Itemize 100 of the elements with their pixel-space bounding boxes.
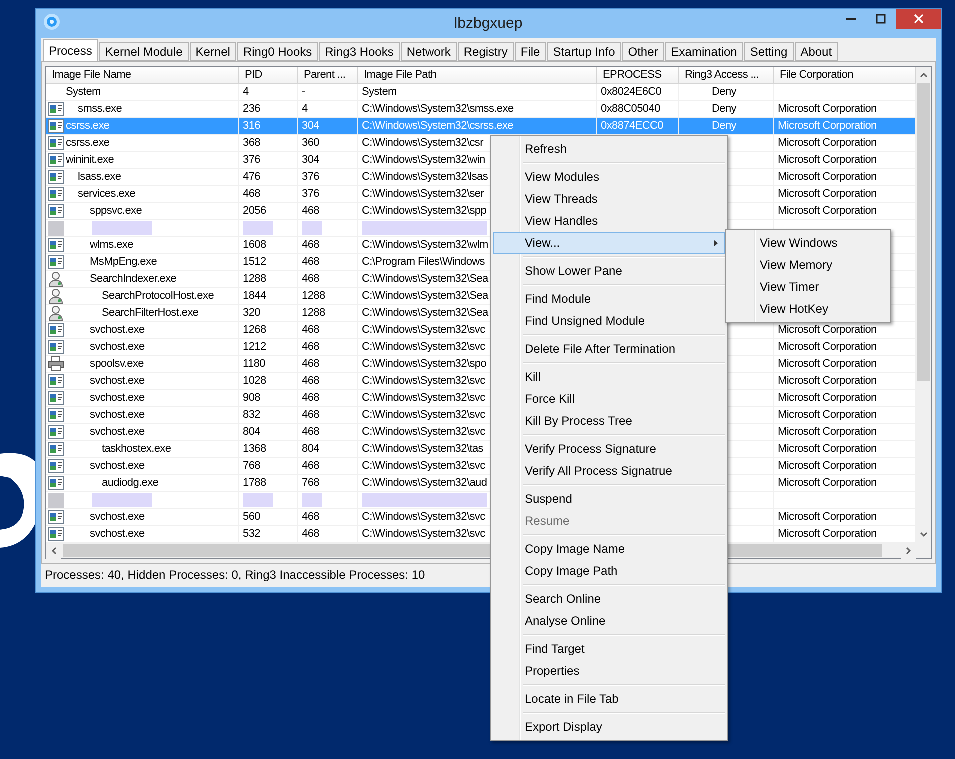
process-name: spoolsv.exe	[90, 357, 144, 372]
table-cell: 320	[239, 305, 298, 321]
column-header[interactable]: Image File Name	[46, 67, 239, 84]
table-cell: 468	[298, 271, 358, 287]
table-cell: 468	[298, 203, 358, 219]
process-name: sppsvc.exe	[90, 204, 142, 219]
process-row[interactable]: smss.exe 236 4 C:\Windows\System32\smss.exe 0x88C05040 Deny Microsoft Corporation	[46, 101, 916, 118]
maximize-icon	[876, 14, 886, 24]
table-cell: 1212	[239, 339, 298, 355]
process-name: csrss.exe	[66, 136, 110, 151]
window-title: lbzbgxuep	[454, 14, 523, 32]
column-header[interactable]: EPROCESS	[597, 67, 679, 84]
chevron-up-icon	[920, 71, 928, 79]
tab[interactable]: File	[514, 42, 546, 61]
menu-item[interactable]: Export Display	[493, 716, 725, 738]
tab[interactable]: Kernel Module	[99, 42, 189, 61]
application-icon	[48, 527, 64, 541]
process-name: SearchFilterHost.exe	[102, 306, 199, 321]
process-name: svchost.exe	[90, 459, 145, 474]
process-name: taskhostex.exe	[102, 442, 172, 457]
menu-item-label: Locate in File Tab	[525, 692, 619, 706]
scrollbar-thumb[interactable]	[917, 83, 930, 381]
tab[interactable]: Process	[43, 39, 98, 61]
menu-item[interactable]: Copy Image Path	[493, 560, 725, 582]
table-cell: 1512	[239, 254, 298, 270]
table-cell: Deny	[679, 118, 774, 134]
table-cell: C:\Windows\System32\smss.exe	[358, 101, 597, 117]
table-cell: 4	[239, 84, 298, 100]
menu-item-label: Export Display	[525, 720, 602, 734]
menu-item[interactable]: Analyse Online	[493, 610, 725, 632]
table-cell: 1288	[239, 271, 298, 287]
tab[interactable]: Examination	[665, 42, 744, 61]
application-icon	[48, 119, 64, 133]
app-logo-icon	[43, 13, 61, 31]
blurred-text	[92, 221, 152, 235]
menu-item[interactable]: Search Online	[493, 588, 725, 610]
table-cell: Deny	[679, 101, 774, 117]
menu-item[interactable]: View...	[493, 232, 725, 254]
chevron-down-icon	[920, 531, 928, 539]
menu-item-label: Kill	[525, 370, 542, 384]
tab[interactable]: Ring0 Hooks	[237, 42, 318, 61]
column-header[interactable]: Parent ...	[298, 67, 358, 84]
process-name: svchost.exe	[90, 391, 145, 406]
table-cell: Deny	[679, 84, 774, 100]
menu-item-label: Force Kill	[525, 392, 576, 406]
table-cell: 804	[298, 441, 358, 457]
tab[interactable]: Network	[400, 42, 457, 61]
table-cell: 768	[239, 458, 298, 474]
menu-item-label: Find Target	[525, 642, 585, 656]
table-cell: -	[298, 84, 358, 100]
process-name: smss.exe	[78, 102, 122, 117]
table-cell: 476	[239, 169, 298, 185]
process-name: audiodg.exe	[102, 476, 159, 491]
menu-item-label: Find Module	[525, 292, 592, 306]
table-cell: 0x8874ECC0	[597, 118, 679, 134]
tab[interactable]: About	[794, 42, 838, 61]
table-cell: 4	[298, 101, 358, 117]
table-cell: 908	[239, 390, 298, 406]
table-cell: 832	[239, 407, 298, 423]
submenu-arrow-icon	[714, 240, 718, 246]
table-cell: 376	[298, 169, 358, 185]
process-name: svchost.exe	[90, 340, 145, 355]
user-search-icon	[48, 305, 64, 321]
blurred-text	[302, 221, 322, 235]
table-cell: 468	[298, 509, 358, 525]
application-icon	[48, 459, 64, 473]
column-header[interactable]: Ring3 Access ...	[679, 67, 774, 84]
column-header[interactable]: File Corporation	[774, 67, 916, 84]
table-cell: 468	[298, 339, 358, 355]
table-cell: 468	[298, 356, 358, 372]
process-name: svchost.exe	[90, 527, 145, 542]
application-icon	[48, 187, 64, 201]
tab[interactable]: Registry	[458, 42, 514, 61]
menu-item[interactable]: Properties	[493, 660, 725, 682]
column-header[interactable]: PID	[239, 67, 298, 84]
tab[interactable]: Kernel	[190, 42, 236, 61]
printer-icon	[48, 356, 64, 372]
application-icon	[48, 391, 64, 405]
tab[interactable]: Other	[622, 42, 664, 61]
process-name: System	[66, 85, 101, 100]
table-cell: 468	[298, 458, 358, 474]
tab[interactable]: Startup Info	[547, 42, 622, 61]
blurred-icon	[48, 220, 64, 236]
table-cell: 804	[239, 424, 298, 440]
status-bar-text: Processes: 40, Hidden Processes: 0, Ring3 Inaccessible Processes: 10	[45, 567, 426, 584]
tab[interactable]: Ring3 Hooks	[319, 42, 400, 61]
application-icon	[48, 476, 64, 490]
blurred-text	[302, 493, 322, 507]
close-button[interactable]	[896, 9, 941, 29]
blurred-text	[243, 221, 273, 235]
user-search-icon	[48, 271, 64, 287]
column-header[interactable]: Image File Path	[358, 67, 597, 84]
menu-item-label: View Modules	[525, 170, 600, 184]
menu-item[interactable]: Locate in File Tab	[493, 688, 725, 710]
menu-item[interactable]: Find Target	[493, 638, 725, 660]
tab[interactable]: Setting	[744, 42, 794, 61]
menu-item-label: Suspend	[525, 492, 572, 506]
process-row[interactable]: System 4 - System 0x8024E6C0 Deny	[46, 84, 916, 101]
table-cell: 316	[239, 118, 298, 134]
table-cell: 1288	[298, 288, 358, 304]
